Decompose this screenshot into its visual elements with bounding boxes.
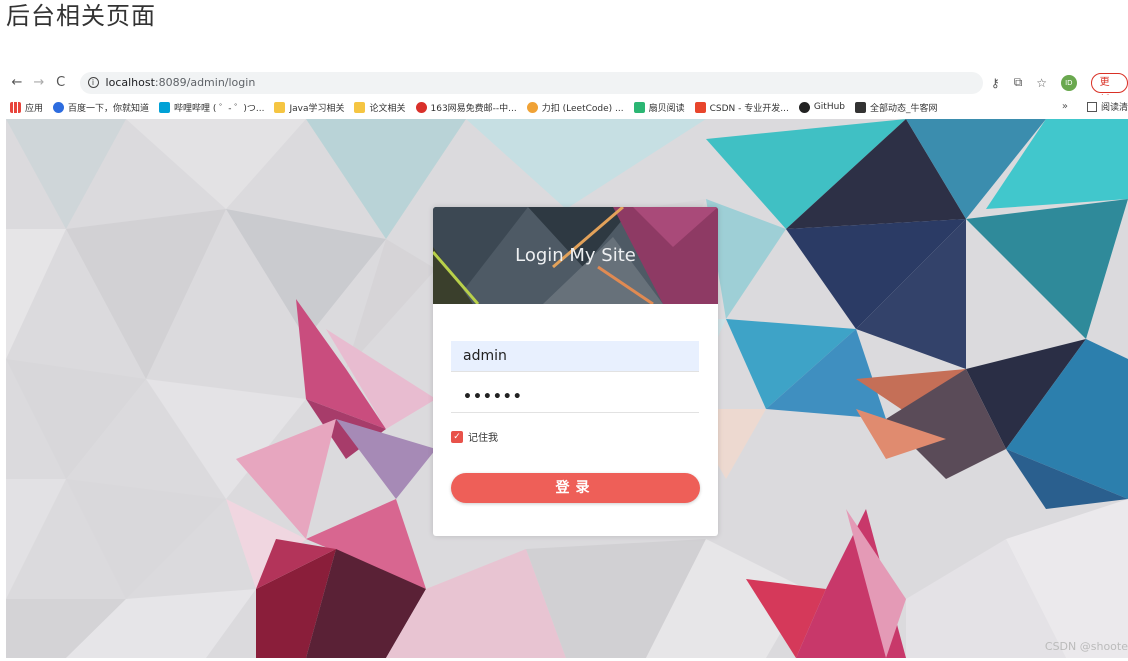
watermark: CSDN @shoote xyxy=(1044,640,1128,653)
bookmarks-overflow-button[interactable]: » xyxy=(1062,101,1068,112)
back-button[interactable]: ← xyxy=(6,72,28,94)
bookmark-label: Java学习相关 xyxy=(289,103,345,114)
folder-icon xyxy=(354,101,366,113)
login-title: Login My Site xyxy=(515,245,636,266)
address-bar[interactable]: i localhost:8089/admin/login xyxy=(79,71,983,94)
bookmark-nowcoder[interactable]: 全部动态_牛客网 xyxy=(855,101,938,114)
leetcode-icon xyxy=(526,101,538,113)
page-heading: 后台相关页面 xyxy=(6,2,156,30)
login-button[interactable]: 登录 xyxy=(451,473,700,503)
bookmark-label: 哔哩哔哩 ( ゜- ゜)つ... xyxy=(174,103,265,114)
bookmark-papers-folder[interactable]: 论文相关 xyxy=(354,101,406,114)
reading-list-label: 阅读清 xyxy=(1100,103,1128,113)
reading-list-button[interactable]: 阅读清 xyxy=(1086,100,1128,113)
bookmark-label: 163网易免费邮--中... xyxy=(430,103,517,114)
login-card: Login My Site admin •••••• ✓ 记住我 登录 xyxy=(433,207,718,536)
reading-list-icon xyxy=(1086,101,1097,112)
url-host: localhost xyxy=(105,76,155,89)
address-toolbar: ← → C i localhost:8089/admin/login ⚷ ⧉ ☆… xyxy=(6,70,1128,106)
reload-button[interactable]: C xyxy=(50,72,72,94)
url-path: :8089/admin/login xyxy=(154,76,256,89)
baidu-paw-icon xyxy=(53,101,65,113)
bookmark-163-mail[interactable]: 163网易免费邮--中... xyxy=(415,101,517,114)
avatar[interactable]: ID xyxy=(1061,74,1077,91)
bookmark-label: CSDN - 专业开发... xyxy=(709,103,789,114)
folder-icon xyxy=(274,101,286,113)
bookmark-shanbay[interactable]: 扇贝阅读 xyxy=(633,101,685,114)
bookmark-label: 百度一下，你就知道 xyxy=(68,103,150,114)
info-icon[interactable]: i xyxy=(87,77,99,88)
bookmarks-bar: 应用 百度一下，你就知道 哔哩哔哩 ( ゜- ゜)つ... Java学习相关 论… xyxy=(6,95,1128,119)
bookmark-baidu[interactable]: 百度一下，你就知道 xyxy=(53,101,149,114)
bookmark-leetcode[interactable]: 力扣 (LeetCode) ... xyxy=(526,101,624,114)
bookmark-label: 力扣 (LeetCode) ... xyxy=(541,103,624,114)
password-input[interactable]: •••••• xyxy=(451,382,699,413)
bookmark-label: GitHub xyxy=(813,102,846,112)
username-input[interactable]: admin xyxy=(451,341,699,372)
toolbar-actions: ⚷ ⧉ ☆ ID 更新 xyxy=(991,72,1128,106)
github-icon xyxy=(798,101,810,113)
update-button[interactable]: 更新 xyxy=(1090,72,1128,106)
login-card-header: Login My Site xyxy=(433,207,718,304)
shanbay-icon xyxy=(633,101,645,113)
key-icon[interactable]: ⚷ xyxy=(991,76,1000,90)
bookmark-label: 论文相关 xyxy=(369,103,406,114)
bookmark-java-folder[interactable]: Java学习相关 xyxy=(274,101,344,114)
bookmark-github[interactable]: GitHub xyxy=(798,101,846,113)
remember-me-checkbox[interactable]: ✓ 记住我 xyxy=(451,429,498,444)
bilibili-tv-icon xyxy=(159,101,171,113)
bookmark-label: 扇贝阅读 xyxy=(648,103,685,114)
remember-me-label: 记住我 xyxy=(468,433,498,444)
bookmark-bilibili[interactable]: 哔哩哔哩 ( ゜- ゜)つ... xyxy=(159,101,264,114)
nowcoder-icon xyxy=(855,101,867,113)
star-icon[interactable]: ☆ xyxy=(1036,76,1047,90)
check-icon[interactable]: ✓ xyxy=(451,430,463,443)
translate-icon[interactable]: ⧉ xyxy=(1014,75,1023,90)
browser-window: ← → C i localhost:8089/admin/login ⚷ ⧉ ☆… xyxy=(6,70,1128,658)
bookmark-apps[interactable]: 应用 xyxy=(10,101,43,114)
netease-mail-icon xyxy=(415,101,427,113)
apps-grid-icon xyxy=(10,101,21,113)
forward-button[interactable]: → xyxy=(28,72,50,94)
bookmark-label: 全部动态_牛客网 xyxy=(870,103,938,114)
bookmark-label: 应用 xyxy=(25,103,44,114)
bookmark-csdn[interactable]: CSDN - 专业开发... xyxy=(694,101,789,114)
page-viewport: Login My Site admin •••••• ✓ 记住我 登录 xyxy=(6,119,1128,658)
csdn-icon xyxy=(694,101,706,113)
